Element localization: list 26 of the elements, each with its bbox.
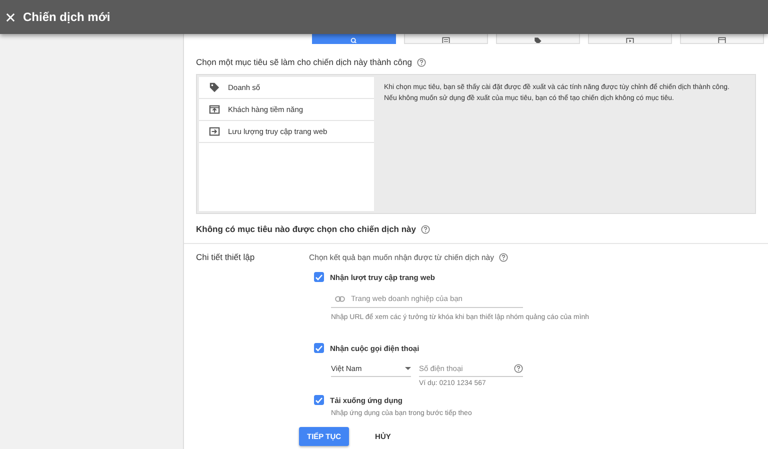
help-icon[interactable] <box>416 58 426 66</box>
checkmark-icon <box>315 274 323 280</box>
link-icon <box>335 296 345 302</box>
dropdown-caret-icon <box>405 367 411 370</box>
close-button[interactable] <box>6 12 15 22</box>
help-icon[interactable] <box>499 252 508 262</box>
search-icon <box>350 37 358 43</box>
enter-arrow-icon <box>209 126 220 137</box>
tag-icon <box>209 82 220 93</box>
campaign-type-icon <box>442 37 450 43</box>
help-icon[interactable] <box>514 364 523 373</box>
upload-window-icon <box>209 104 220 115</box>
close-icon <box>6 12 15 22</box>
section-heading: Chọn một mục tiêu sẽ làm cho chiến dịch này thành công <box>196 57 412 67</box>
checkbox[interactable] <box>314 395 324 405</box>
section-label: Chi tiết thiết lập <box>196 251 256 264</box>
checkmark-icon <box>315 396 323 404</box>
campaign-type-icon <box>718 37 726 43</box>
page-title: Chiến dịch mới <box>23 10 110 24</box>
campaign-type-icon <box>534 37 542 43</box>
goal-status: Không có mục tiêu nào được chọn cho chiến dịch này <box>196 224 416 234</box>
checkbox[interactable] <box>314 343 324 353</box>
checkbox[interactable] <box>314 272 324 282</box>
campaign-type-icon <box>626 37 634 43</box>
help-icon[interactable] <box>421 224 430 234</box>
checkmark-icon <box>315 344 323 352</box>
